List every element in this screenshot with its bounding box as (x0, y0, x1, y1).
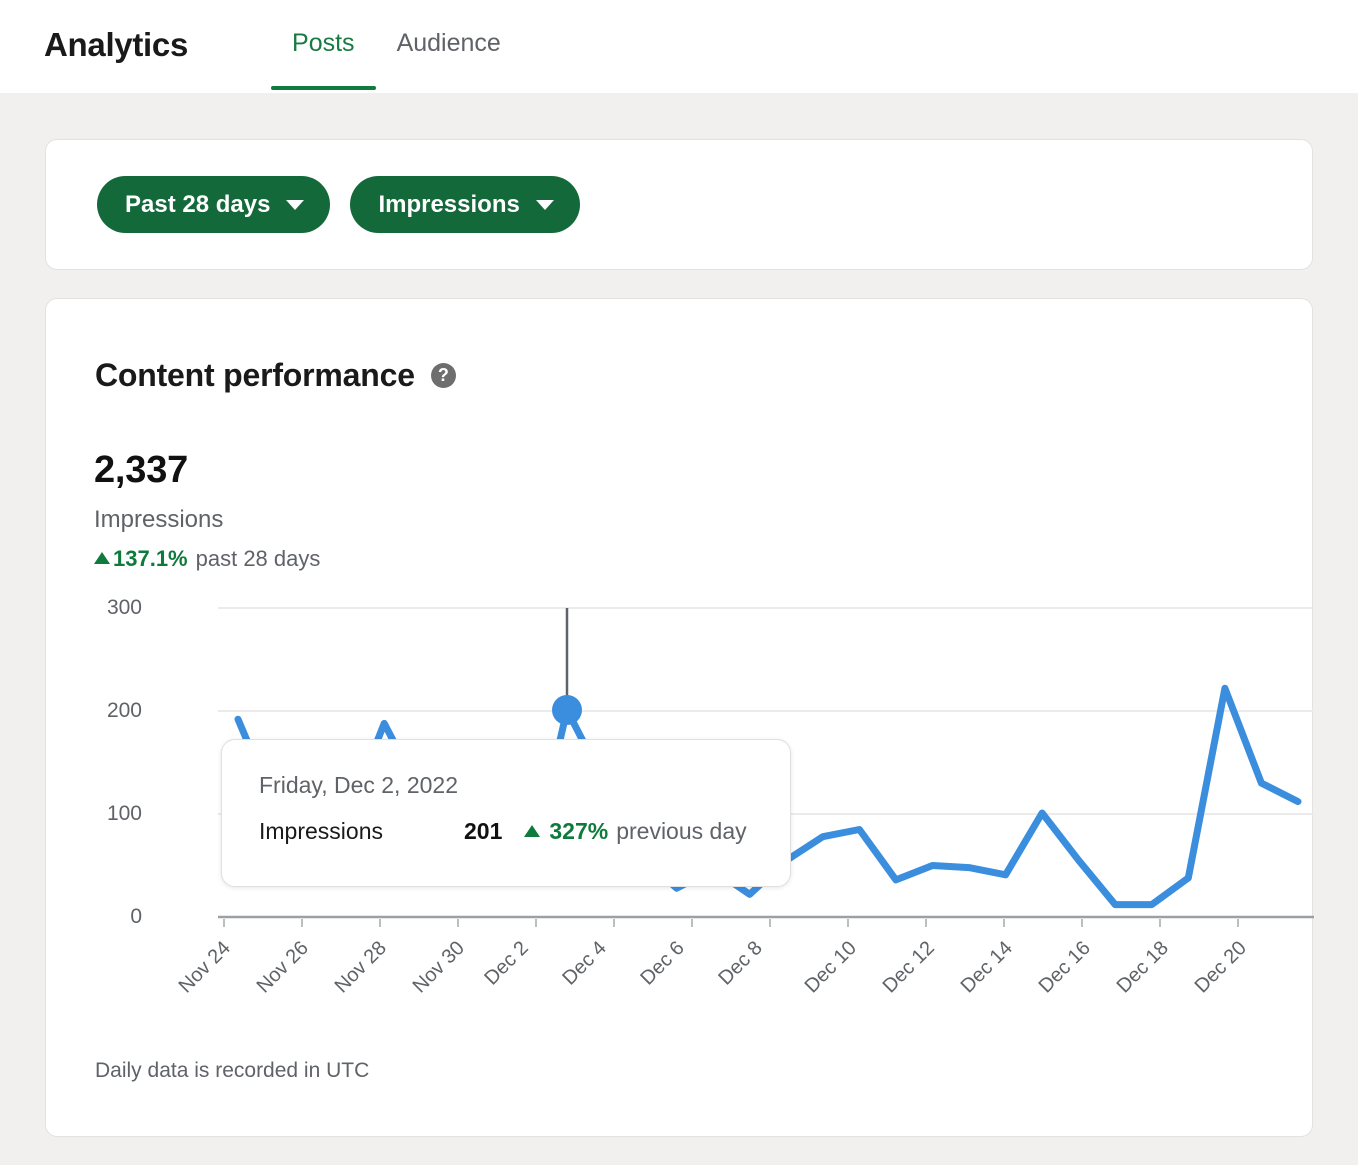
date-range-filter-button[interactable]: Past 28 days (97, 176, 331, 233)
tab-audience[interactable]: Audience (376, 29, 522, 90)
x-tick-label: Dec 12 (878, 937, 939, 998)
tooltip-metric-value: 201 (464, 818, 503, 844)
x-axis-ticks (223, 919, 1239, 927)
metric-filter-label: Impressions (378, 190, 520, 218)
x-tick-label: Dec 10 (800, 937, 861, 998)
tooltip-delta-percent: 327% (549, 818, 609, 844)
tooltip-delta-period: previous day (616, 818, 747, 844)
chart-footnote: Daily data is recorded in UTC (95, 1059, 370, 1082)
filter-card: Past 28 days Impressions (45, 139, 1313, 270)
x-tick-label: Dec 6 (636, 937, 689, 990)
top-bar: Analytics Posts Audience (0, 0, 1358, 93)
triangle-up-icon (524, 824, 541, 837)
highlight-point-marker[interactable] (552, 695, 582, 725)
x-tick-label: Dec 2 (480, 937, 533, 990)
impressions-delta-percent: 137.1% (113, 546, 188, 571)
impressions-chart: 300 200 100 0 Nov 24 Nov 26 Nov 28 Nov 3… (46, 299, 1314, 1138)
page-title: Analytics (44, 26, 189, 63)
chevron-down-icon (286, 199, 305, 210)
triangle-up-icon (94, 552, 110, 564)
chevron-down-icon (535, 199, 554, 210)
x-tick-label: Dec 18 (1112, 937, 1173, 998)
x-tick-label: Nov 28 (330, 937, 391, 998)
content-performance-title-text: Content performance (95, 357, 415, 393)
impressions-line (234, 684, 1302, 909)
x-tick-label: Dec 14 (956, 937, 1017, 998)
tooltip-metric-row: Impressions 201 327% previous day (259, 818, 747, 845)
chart-gridlines (218, 607, 1314, 919)
content-performance-heading: Content performance ? (95, 357, 456, 394)
x-tick-label: Nov 30 (408, 937, 469, 998)
impressions-delta: 137.1% past 28 days (94, 546, 320, 572)
tooltip-metric-label: Impressions (259, 818, 383, 844)
y-tick-label-100: 100 (106, 802, 142, 825)
x-tick-label: Nov 26 (252, 937, 313, 998)
x-tick-label: Nov 24 (174, 937, 235, 998)
y-tick-label-0: 0 (130, 905, 142, 928)
x-tick-label: Dec 20 (1190, 937, 1251, 998)
x-tick-label: Dec 4 (558, 937, 611, 990)
date-range-filter-label: Past 28 days (125, 190, 271, 218)
content-performance-card: Content performance ? 2,337 Impressions … (45, 298, 1314, 1138)
tab-posts[interactable]: Posts (271, 29, 376, 90)
chart-svg (218, 607, 1314, 927)
y-tick-label-200: 200 (106, 699, 142, 722)
impressions-metric-label: Impressions (94, 506, 224, 533)
metric-filter-button[interactable]: Impressions (350, 176, 580, 233)
x-tick-label: Dec 16 (1034, 937, 1095, 998)
chart-tooltip: Friday, Dec 2, 2022 Impressions 201 327%… (221, 739, 791, 887)
tab-bar: Posts Audience (271, 29, 522, 93)
impressions-total-value: 2,337 (94, 449, 189, 491)
impressions-delta-period: past 28 days (195, 546, 321, 571)
tooltip-date: Friday, Dec 2, 2022 (259, 772, 459, 798)
x-tick-label: Dec 8 (714, 937, 767, 990)
help-circle-icon[interactable]: ? (430, 363, 456, 388)
y-tick-label-300: 300 (106, 596, 142, 619)
